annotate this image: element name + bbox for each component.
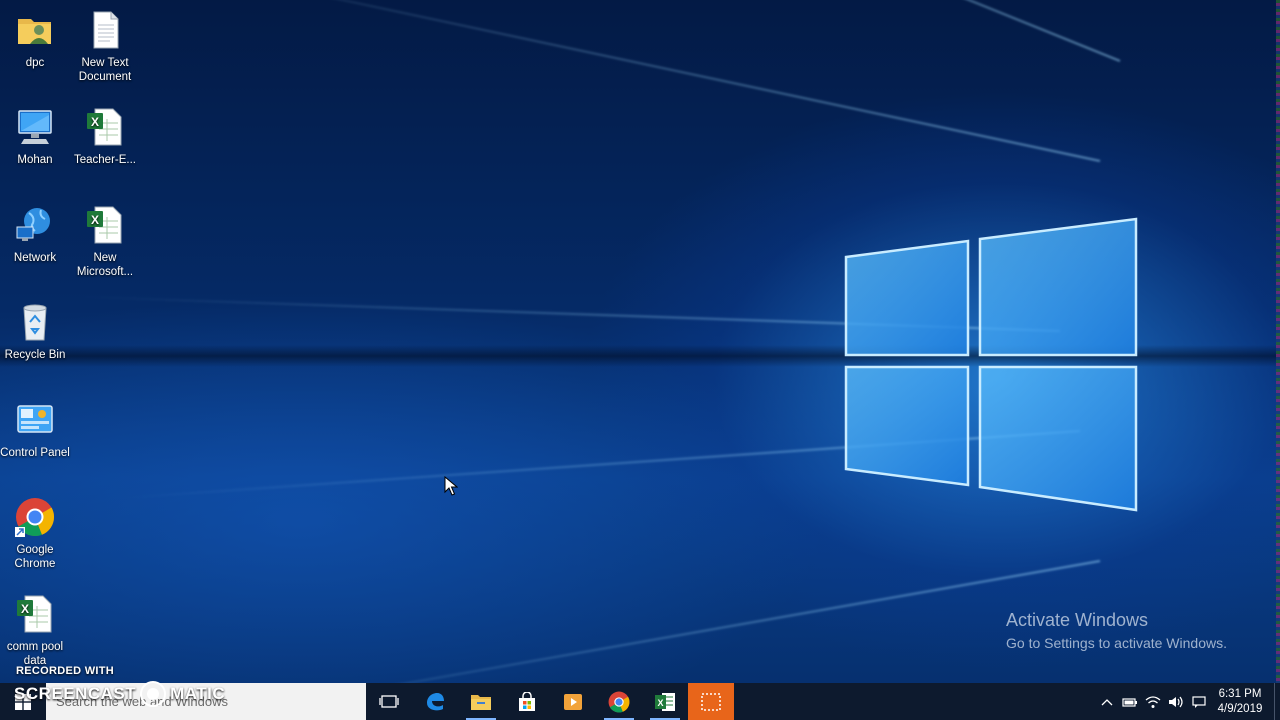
control-panel-icon [17, 405, 53, 433]
tray-volume[interactable] [1164, 683, 1187, 720]
desktop-icon-label: New Text Document [78, 57, 132, 83]
show-hidden-icons-button[interactable] [1095, 683, 1118, 720]
task-view-button[interactable] [366, 683, 412, 720]
folder-icon [471, 694, 491, 710]
desktop-icon-label: Google Chrome [14, 544, 56, 570]
desktop-icon-control-panel[interactable]: Control Panel [0, 400, 70, 460]
desktop-icon-recycle-bin[interactable]: Recycle Bin [0, 302, 70, 362]
excel-file-icon: X [87, 206, 122, 244]
show-desktop-button[interactable] [1274, 683, 1280, 720]
wifi-icon [1145, 695, 1160, 708]
taskbar-app-store[interactable] [504, 683, 550, 720]
taskbar-app-snipping-tool[interactable] [688, 683, 734, 720]
svg-text:X: X [91, 115, 99, 129]
excel-file-icon: X [87, 108, 122, 146]
svg-text:X: X [21, 602, 29, 616]
desktop-icon-network[interactable]: Network [0, 205, 70, 265]
desktop-icon-label: Mohan [17, 154, 53, 166]
clock-date: 4/9/2019 [1217, 702, 1263, 715]
taskbar-app-chrome[interactable] [596, 683, 642, 720]
taskbar-app-media-player[interactable] [550, 683, 596, 720]
desktop-icon-label: dpc [25, 57, 45, 69]
screencast-logo: SCREENCAST MATIC [14, 681, 225, 707]
screencast-right-text: MATIC [170, 684, 226, 703]
task-view-icon [379, 694, 399, 708]
svg-text:X: X [91, 213, 99, 227]
activate-windows-watermark: Activate Windows Go to Settings to activ… [1006, 610, 1227, 651]
store-icon [519, 691, 535, 711]
activate-title: Activate Windows [1006, 610, 1149, 630]
chrome-icon [15, 498, 55, 537]
desktop-icon-new-microsoft[interactable]: X New Microsoft... [70, 205, 140, 279]
desktop-icon-label: Control Panel [0, 447, 70, 459]
activate-subtitle: Go to Settings to activate Windows. [1006, 635, 1227, 651]
text-document-icon [93, 11, 119, 49]
recorded-with-text: RECORDED WITH [16, 665, 115, 677]
screencast-left-text: SCREENCAST [14, 684, 137, 703]
light-ray [213, 560, 1101, 683]
taskbar-clock[interactable]: 6:31 PM 4/9/2019 [1210, 687, 1270, 717]
excel-icon: X [655, 692, 675, 711]
windows-logo [844, 217, 1138, 512]
excel-file-icon: X [17, 595, 52, 633]
tray-battery[interactable] [1118, 683, 1141, 720]
desktop-icon-label: comm pool data [6, 641, 64, 667]
desktop-icon-google-chrome[interactable]: Google Chrome [0, 497, 70, 571]
desktop-icon-label: Teacher-E... [74, 154, 136, 166]
mouse-cursor-icon [444, 476, 458, 496]
taskbar-app-edge[interactable] [412, 683, 458, 720]
desktop-icon-dpc[interactable]: dpc [0, 10, 70, 70]
media-icon [564, 693, 582, 710]
system-tray: 6:31 PM 4/9/2019 [1095, 683, 1280, 720]
light-ray [160, 0, 1101, 162]
tray-network[interactable] [1141, 683, 1164, 720]
desktop-icon-label: Network [13, 252, 57, 264]
taskbar-app-file-explorer[interactable] [458, 683, 504, 720]
message-icon [1191, 695, 1206, 708]
light-ray [452, 0, 1121, 62]
chevron-up-icon [1101, 698, 1112, 705]
snipping-icon [701, 692, 721, 711]
desktop-icon-label: New Microsoft... [76, 252, 134, 278]
taskbar-app-excel[interactable]: X [642, 683, 688, 720]
desktop-icon-label: Recycle Bin [4, 349, 66, 361]
svg-text:X: X [657, 698, 663, 708]
recycle-bin-icon [23, 304, 47, 341]
chrome-icon [608, 691, 630, 712]
network-icon [16, 208, 50, 241]
speaker-icon [1168, 696, 1183, 707]
desktop-icon-comm-pool-data[interactable]: X comm pool data [0, 594, 70, 668]
screencast-record-icon [140, 681, 167, 707]
desktop-wallpaper [0, 0, 1280, 683]
desktop-icon-mohan[interactable]: Mohan [0, 107, 70, 167]
battery-icon [1121, 697, 1137, 707]
edge-icon [427, 692, 444, 710]
screen-edge-artifact [1276, 0, 1280, 683]
tray-input-indicator[interactable] [1187, 683, 1210, 720]
desktop-icon-new-text-document[interactable]: New Text Document [70, 10, 140, 84]
computer-icon [18, 110, 52, 144]
user-folder-icon [18, 19, 51, 44]
desktop-icon-teacher-e[interactable]: X Teacher-E... [70, 107, 140, 167]
clock-time: 6:31 PM [1218, 687, 1262, 700]
